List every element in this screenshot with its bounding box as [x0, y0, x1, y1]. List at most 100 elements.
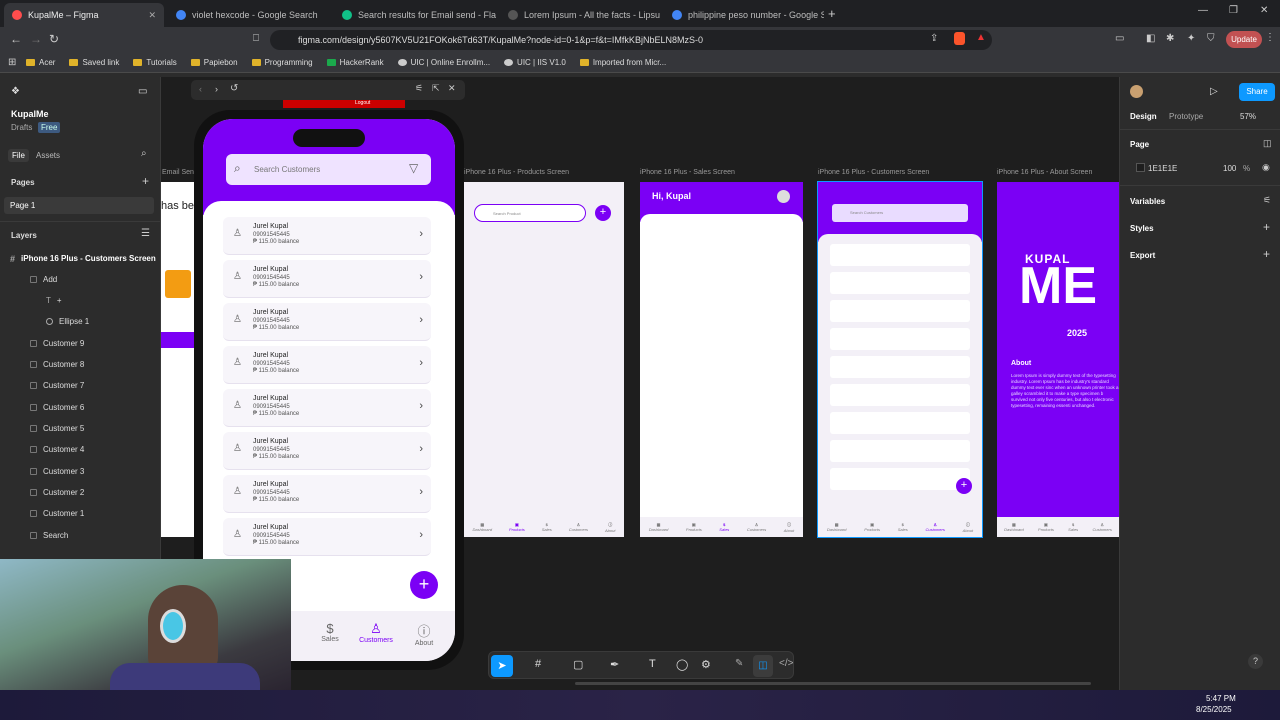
design-mode-icon[interactable]: ◫ [753, 655, 773, 677]
update-button[interactable]: Update [1226, 31, 1262, 48]
back-icon[interactable]: ← [10, 32, 22, 46]
nav-sales[interactable]: $ Sales [315, 621, 345, 643]
bookmark-programming[interactable]: Programming [251, 58, 313, 67]
menu-icon[interactable]: ⋮ [1265, 32, 1275, 43]
customer-row[interactable]: ♙ Jurel Kupal 09091545445 ₱ 115.00 balan… [223, 303, 431, 341]
layer-customer-4[interactable]: Customer 4 [0, 439, 160, 460]
variables-heading[interactable]: Variables [1130, 197, 1165, 206]
frame-title-email[interactable]: Email Sen [162, 169, 194, 176]
frame-title-customers[interactable]: iPhone 16 Plus - Customers Screen [818, 169, 929, 176]
help-icon[interactable]: ? [1248, 654, 1263, 669]
zoom-level[interactable]: 57% [1240, 112, 1256, 121]
layer-frame-customers[interactable]: # iPhone 16 Plus - Customers Screen [0, 248, 160, 269]
text-tool-icon[interactable]: T [649, 658, 656, 670]
url-field[interactable]: figma.com/design/y5607KV5U21FOKok6Td63T/… [270, 30, 992, 50]
drafts-label[interactable]: Drafts [11, 123, 32, 132]
frame-title-about[interactable]: iPhone 16 Plus - About Screen [997, 169, 1092, 176]
tab-google-peso[interactable]: philippine peso number - Google Se [664, 3, 824, 27]
rectangle-tool-icon[interactable]: ▢ [573, 658, 583, 671]
layer-customer-3[interactable]: Customer 3 [0, 461, 160, 482]
bookmark-tutorials[interactable]: Tutorials [133, 58, 177, 67]
restart-icon[interactable]: ↺ [230, 83, 238, 94]
ai-icon[interactable]: ✦ [1187, 33, 1195, 44]
tab-design[interactable]: Design [1130, 112, 1157, 121]
bookmark-acer[interactable]: Acer [26, 58, 55, 67]
settings-sliders-icon[interactable]: ⚟ [415, 83, 423, 94]
brave-shield-icon[interactable] [954, 32, 965, 45]
apps-grid-icon[interactable]: ⊞ [8, 57, 16, 68]
bookmark-uic-enroll[interactable]: UIC | Online Enrollm... [397, 58, 490, 67]
customer-row[interactable]: ♙ Jurel Kupal 09091545445 ₱ 115.00 balan… [223, 389, 431, 427]
frame-title-sales[interactable]: iPhone 16 Plus - Sales Screen [640, 169, 735, 176]
add-page-icon[interactable]: + [142, 174, 149, 188]
page-opacity-value[interactable]: 100 [1223, 164, 1236, 173]
page-color-swatch[interactable] [1136, 163, 1145, 172]
new-tab-icon[interactable]: + [828, 6, 836, 21]
actions-icon[interactable]: ⚙ [701, 658, 711, 671]
frame-title-products[interactable]: iPhone 16 Plus - Products Screen [464, 169, 569, 176]
layer-search[interactable]: Search [0, 525, 160, 546]
bookmark-papiebon[interactable]: Papiebon [190, 58, 238, 67]
layer-customer-9[interactable]: Customer 9 [0, 333, 160, 354]
tab-flaticon[interactable]: Search results for Email send - Flatic [334, 3, 496, 27]
next-icon[interactable]: › [215, 84, 218, 94]
search-icon[interactable]: ⌕ [141, 148, 147, 159]
share-button[interactable]: Share [1239, 83, 1275, 101]
page-1-item[interactable]: Page 1 [4, 197, 154, 214]
tab-file[interactable]: File [8, 149, 29, 162]
tab-assets[interactable]: Assets [36, 151, 60, 160]
restore-icon[interactable]: ❐ [1229, 5, 1238, 16]
pen-tool-icon[interactable]: ✒ [610, 658, 619, 671]
bookmark-saved-link[interactable]: Saved link [69, 58, 119, 67]
add-export-icon[interactable]: + [1263, 247, 1270, 261]
reload-icon[interactable]: ↻ [49, 32, 59, 46]
close-window-icon[interactable]: ✕ [1260, 5, 1268, 16]
layer-plus-text[interactable]: T + [0, 290, 160, 311]
add-style-icon[interactable]: + [1263, 220, 1270, 234]
share-page-icon[interactable]: ⇪ [930, 33, 938, 44]
nav-customers[interactable]: ♙ Customers [353, 621, 399, 644]
bookmark-imported[interactable]: Imported from Micr... [579, 58, 666, 67]
close-preview-icon[interactable]: ✕ [448, 83, 456, 94]
layer-customer-2[interactable]: Customer 2 [0, 482, 160, 503]
horizontal-scrollbar[interactable] [575, 682, 1091, 685]
minimize-icon[interactable]: — [1198, 5, 1208, 16]
bookmark-uic-iis[interactable]: UIC | IIS V1.0 [504, 58, 566, 67]
tab-lipsum[interactable]: Lorem Ipsum - All the facts - Lipsum [500, 3, 660, 27]
filter-icon[interactable]: ▽ [409, 161, 418, 175]
layer-customer-1[interactable]: Customer 1 [0, 503, 160, 524]
page-color-value[interactable]: 1E1E1E [1148, 164, 1177, 173]
close-tab-icon[interactable]: ✕ [148, 10, 156, 21]
tab-figma[interactable]: KupalMe – Figma ✕ [4, 3, 164, 27]
nav-about[interactable]: ⓘ About [409, 621, 439, 647]
layer-customer-6[interactable]: Customer 6 [0, 397, 160, 418]
panel-toggle-icon[interactable]: ▭ [138, 86, 147, 97]
vpn-icon[interactable]: ⛉ [1207, 33, 1215, 44]
layer-customer-5[interactable]: Customer 5 [0, 418, 160, 439]
layers-list-icon[interactable]: ☰ [141, 228, 150, 239]
rewards-icon[interactable]: ▲ [976, 32, 986, 43]
clock-time[interactable]: 5:47 PM [1206, 694, 1236, 703]
layer-add[interactable]: Add [0, 269, 160, 290]
cast-icon[interactable]: ▭ [1115, 33, 1124, 44]
tab-google-violet[interactable]: violet hexcode - Google Search [168, 3, 330, 27]
layer-customer-7[interactable]: Customer 7 [0, 375, 160, 396]
sidebar-icon[interactable]: ◧ [1146, 33, 1155, 44]
avatar[interactable] [1130, 85, 1143, 98]
bookmark-hackerrank[interactable]: HackerRank [326, 58, 384, 67]
layer-ellipse-1[interactable]: Ellipse 1 [0, 311, 160, 332]
dev-mode-icon[interactable]: </> [779, 658, 793, 669]
bookmark-icon[interactable]: ⎕ [253, 33, 259, 44]
variables-icon[interactable]: ⚟ [1263, 195, 1271, 206]
forward-icon[interactable]: → [30, 32, 42, 46]
eye-icon[interactable]: ◉ [1262, 162, 1270, 173]
file-name[interactable]: KupalMe [11, 109, 49, 119]
clock-date[interactable]: 8/25/2025 [1196, 705, 1232, 714]
search-input[interactable]: ⌕ Search Customers ▽ [226, 154, 431, 185]
page-settings-icon[interactable]: ◫ [1263, 138, 1272, 149]
open-external-icon[interactable]: ⇱ [432, 83, 440, 94]
tab-prototype[interactable]: Prototype [1169, 112, 1203, 121]
figma-menu-icon[interactable]: ❖ [11, 86, 20, 97]
frame-tool-icon[interactable]: # [535, 658, 541, 670]
comment-tool-icon[interactable]: ◯ [676, 658, 688, 671]
